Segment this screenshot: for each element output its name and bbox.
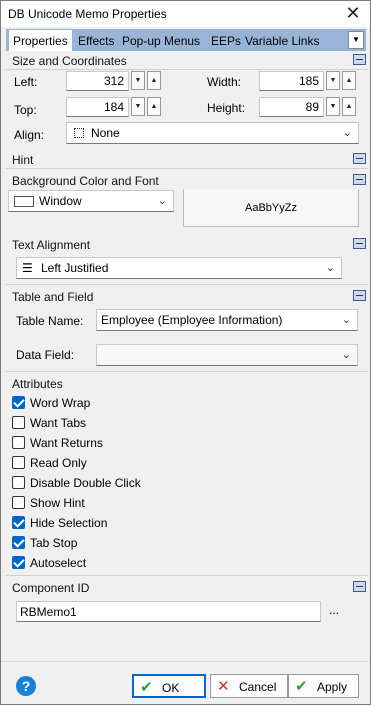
height-input[interactable]: 89 (259, 97, 324, 117)
collapse-icon[interactable] (353, 581, 366, 592)
height-label: Height: (207, 101, 246, 115)
apply-button[interactable]: ✔ Apply (288, 674, 359, 698)
checkbox-box[interactable] (12, 396, 25, 409)
left-spin-up-icon[interactable]: ▲ (147, 71, 161, 90)
collapse-icon[interactable] (353, 153, 366, 164)
width-input[interactable]: 185 (259, 71, 324, 91)
tab-effects[interactable]: Effects (74, 31, 118, 51)
top-spin-down-icon[interactable]: ▼ (131, 97, 145, 116)
checkbox-label: Want Tabs (30, 416, 87, 430)
collapse-icon[interactable] (353, 238, 366, 249)
checkbox-label: Tab Stop (30, 536, 78, 550)
collapse-icon[interactable] (353, 54, 366, 65)
properties-dialog: DB Unicode Memo Properties ✕ Properties … (0, 0, 371, 705)
font-sample-text: AaBbYyZz (245, 202, 297, 214)
table-name-label: Table Name: (16, 314, 84, 328)
checkbox-label: Show Hint (30, 496, 85, 510)
checkbox-label: Autoselect (30, 556, 87, 570)
text-alignment-value: Left Justified (41, 261, 109, 275)
checkbox-label: Read Only (30, 456, 87, 470)
align-none-icon (74, 128, 84, 138)
checkbox-box[interactable] (12, 476, 25, 489)
tab-variable-links[interactable]: Variable Links (241, 31, 323, 51)
section-hint: Hint (6, 151, 368, 169)
section-attributes: Attributes (6, 371, 368, 393)
double-check-icon: ✔ (295, 678, 308, 695)
chevron-down-icon: ⌄ (341, 349, 351, 361)
checkbox-label: Hide Selection (30, 516, 108, 530)
section-title: Hint (12, 153, 34, 167)
browse-button[interactable]: ... (329, 603, 339, 617)
checkmark-icon: ✔ (140, 679, 153, 696)
left-input[interactable]: 312 (66, 71, 129, 91)
checkbox-box[interactable] (12, 536, 25, 549)
align-select[interactable]: None ⌄ (66, 122, 359, 144)
table-name-select[interactable]: Employee (Employee Information) ⌄ (96, 309, 358, 331)
section-table-field: Table and Field (6, 284, 368, 306)
top-spin-up-icon[interactable]: ▲ (147, 97, 161, 116)
text-alignment-select[interactable]: ☰ Left Justified ⌄ (16, 257, 342, 279)
height-spin-down-icon[interactable]: ▼ (326, 97, 340, 116)
section-size-coordinates: Size and Coordinates (6, 52, 368, 70)
checkbox-box[interactable] (12, 516, 25, 529)
section-text-alignment: Text Alignment (6, 236, 368, 254)
align-value: None (91, 126, 120, 140)
window-title: DB Unicode Memo Properties (8, 7, 167, 21)
collapse-icon[interactable] (353, 174, 366, 185)
checkbox-box[interactable] (12, 456, 25, 469)
collapse-icon[interactable] (353, 290, 366, 301)
section-component-id: Component ID (6, 575, 368, 597)
tab-strip: Properties Effects Pop-up Menus EEPs Var… (6, 29, 366, 51)
tab-eeps[interactable]: EEPs (207, 31, 245, 51)
width-spin-up-icon[interactable]: ▲ (342, 71, 356, 90)
left-spin-down-icon[interactable]: ▼ (131, 71, 145, 90)
checkbox-label: Want Returns (30, 436, 103, 450)
top-label: Top: (14, 103, 37, 117)
ok-button[interactable]: ✔ OK (132, 674, 206, 698)
x-icon: ✕ (217, 678, 230, 695)
align-label: Align: (14, 128, 45, 142)
section-title: Attributes (12, 377, 63, 391)
height-spin-up-icon[interactable]: ▲ (342, 97, 356, 116)
tab-properties[interactable]: Properties (8, 29, 73, 51)
section-title: Component ID (12, 581, 90, 595)
chevron-down-icon: ⌄ (341, 314, 351, 326)
checkbox-box[interactable] (12, 416, 25, 429)
ok-label: OK (162, 681, 180, 695)
width-label: Width: (207, 75, 242, 89)
section-title: Text Alignment (12, 238, 91, 252)
tab-dropdown-icon[interactable]: ▼ (348, 31, 364, 49)
section-title: Size and Coordinates (12, 54, 127, 68)
checkbox-label: Word Wrap (30, 396, 91, 410)
color-value: Window (39, 194, 82, 208)
background-color-select[interactable]: Window ⌄ (8, 190, 174, 212)
table-name-value: Employee (Employee Information) (101, 313, 283, 327)
title-bar: DB Unicode Memo Properties ✕ (1, 1, 370, 27)
width-spin-down-icon[interactable]: ▼ (326, 71, 340, 90)
top-input[interactable]: 184 (66, 97, 129, 117)
cancel-label: Cancel (239, 680, 277, 694)
data-field-label: Data Field: (16, 348, 75, 362)
chevron-down-icon: ⌄ (157, 195, 167, 207)
checkbox-box[interactable] (12, 436, 25, 449)
chevron-down-icon: ⌄ (325, 262, 335, 274)
data-field-select[interactable]: ⌄ (96, 344, 358, 366)
chevron-down-icon: ⌄ (342, 127, 352, 139)
component-id-input[interactable]: RBMemo1 (16, 601, 321, 622)
section-background-font: Background Color and Font (6, 172, 368, 190)
checkbox-box[interactable] (12, 496, 25, 509)
cancel-button[interactable]: ✕ Cancel (210, 674, 288, 698)
apply-label: Apply (317, 680, 348, 694)
font-preview[interactable]: AaBbYyZz (183, 189, 359, 227)
checkbox-box[interactable] (12, 556, 25, 569)
close-icon[interactable]: ✕ (344, 4, 362, 22)
section-title: Table and Field (12, 290, 94, 304)
tab-popup-menus[interactable]: Pop-up Menus (118, 31, 204, 51)
checkbox-label: Disable Double Click (30, 476, 141, 490)
section-title: Background Color and Font (12, 174, 159, 188)
color-swatch (14, 196, 34, 207)
left-label: Left: (14, 75, 38, 89)
help-icon[interactable]: ? (16, 676, 36, 696)
align-left-icon: ☰ (22, 261, 33, 275)
